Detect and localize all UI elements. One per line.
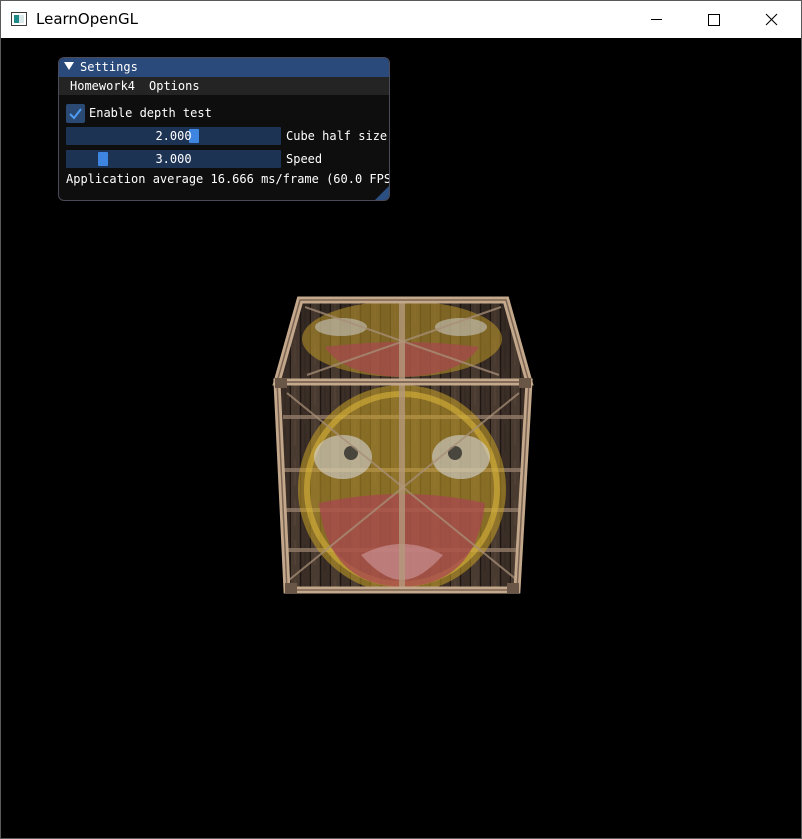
settings-title-bar[interactable]: Settings	[59, 58, 389, 77]
minimize-icon	[651, 19, 662, 20]
menu-homework4[interactable]: Homework4	[70, 79, 135, 93]
depth-test-checkbox[interactable]	[66, 104, 85, 123]
maximize-button[interactable]	[685, 1, 743, 38]
collapse-arrow-icon[interactable]	[64, 62, 74, 71]
checkmark-icon	[69, 108, 82, 120]
resize-grip-icon[interactable]	[375, 186, 389, 200]
app-window: LearnOpenGL Settings Homework4 Options E…	[0, 0, 802, 839]
wooden-cube	[272, 296, 534, 594]
settings-title: Settings	[80, 60, 138, 74]
title-bar[interactable]: LearnOpenGL	[1, 0, 801, 38]
speed-slider[interactable]: 3.000	[66, 150, 281, 168]
render-viewport	[272, 296, 534, 594]
window-title: LearnOpenGL	[36, 10, 138, 28]
speed-label: Speed	[286, 152, 323, 166]
app-icon	[11, 12, 27, 26]
settings-menubar: Homework4 Options	[59, 77, 389, 95]
slider-value: 3.000	[155, 152, 192, 166]
close-icon	[765, 13, 778, 26]
depth-test-label: Enable depth test	[89, 106, 212, 120]
maximize-icon	[708, 14, 720, 26]
cube-size-label: Cube half size	[286, 129, 388, 143]
menu-options[interactable]: Options	[149, 79, 200, 93]
settings-panel: Settings Homework4 Options Enable depth …	[58, 57, 390, 201]
minimize-button[interactable]	[627, 1, 685, 38]
slider-value: 2.000	[155, 129, 192, 143]
cube-size-slider[interactable]: 2.000	[66, 127, 281, 145]
fps-stats: Application average 16.666 ms/frame (60.…	[66, 172, 390, 186]
close-button[interactable]	[743, 1, 801, 38]
